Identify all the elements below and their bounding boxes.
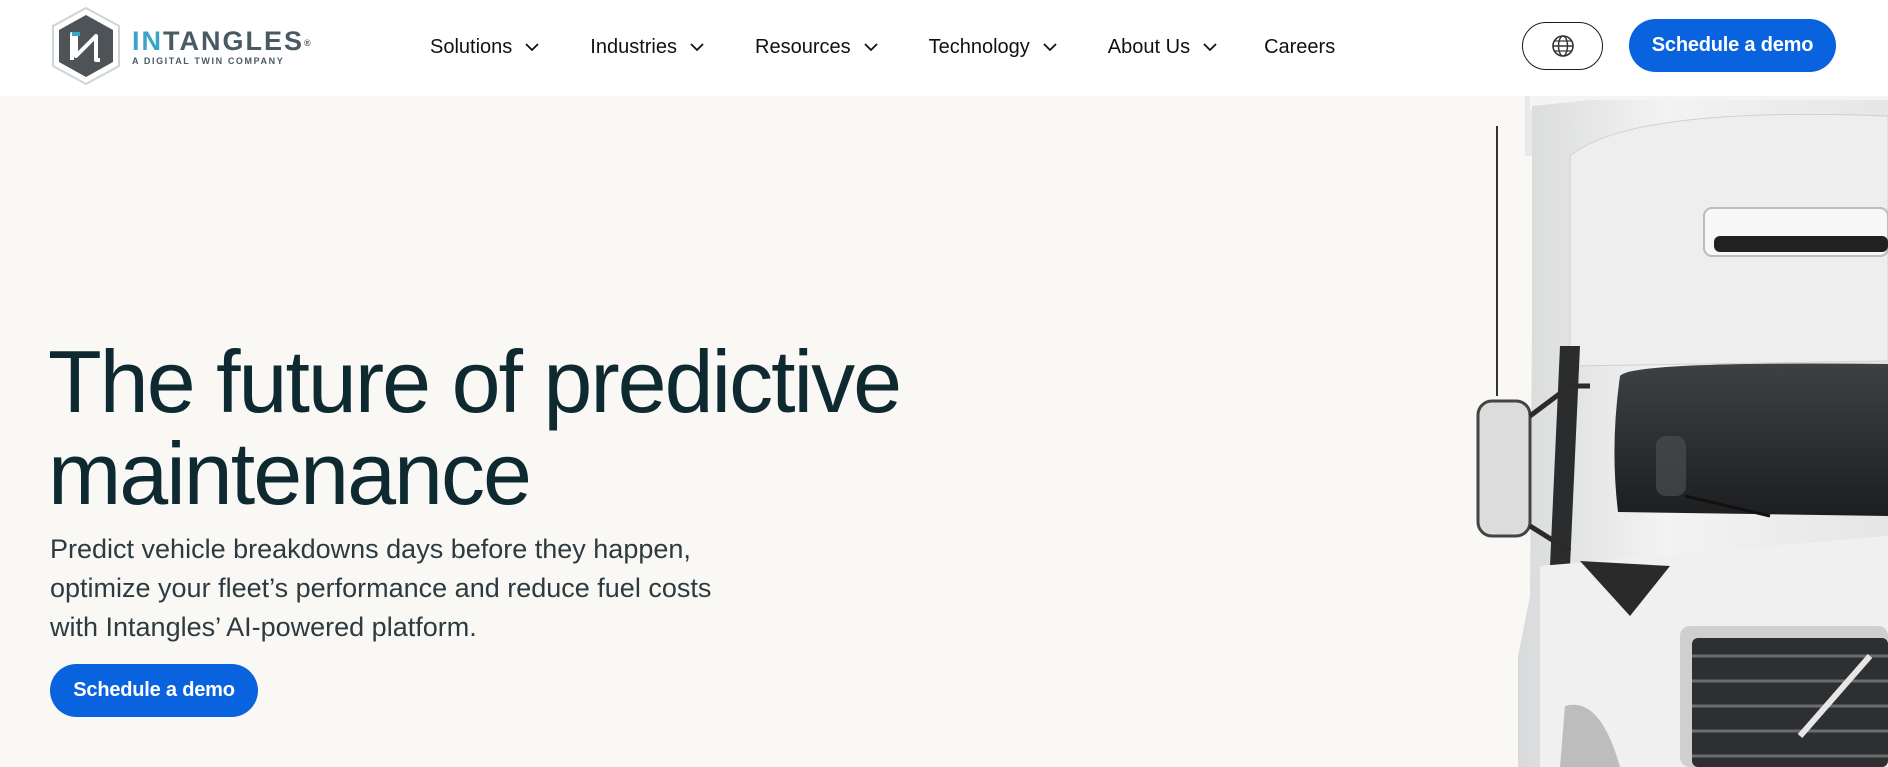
hero-subtitle-line-2: optimize your fleet’s performance and re…	[50, 573, 712, 603]
hero-title-line-2: maintenance	[48, 424, 532, 523]
logo-registered: ®	[304, 37, 313, 48]
hero-title-line-1: The future of predictive	[48, 332, 902, 431]
nav-item-about-us[interactable]: About Us	[1108, 30, 1218, 64]
logo-tagline: A DIGITAL TWIN COMPANY	[132, 55, 285, 66]
hero-section: The future of predictive maintenance Pre…	[0, 96, 1888, 767]
hero-subtitle-line-1: Predict vehicle breakdowns days before t…	[50, 534, 691, 564]
globe-icon	[1551, 35, 1574, 57]
logo-name-rest: TANGLES	[163, 25, 304, 56]
truck-image	[1476, 96, 1888, 767]
nav-item-label: Technology	[928, 35, 1030, 58]
schedule-demo-button-hero[interactable]: Schedule a demo	[50, 664, 258, 717]
brand-logo[interactable]: INTANGLES® A DIGITAL TWIN COMPANY	[50, 6, 313, 86]
chevron-down-icon	[1203, 43, 1217, 52]
nav-item-label: About Us	[1107, 35, 1191, 58]
site-header: INTANGLES® A DIGITAL TWIN COMPANY Soluti…	[0, 0, 1888, 96]
nav-item-label: Resources	[755, 35, 851, 58]
main-nav: Solutions Industries Resources Technolog…	[430, 30, 1385, 64]
nav-item-careers[interactable]: Careers	[1264, 30, 1335, 64]
nav-item-label: Industries	[590, 35, 677, 58]
language-button[interactable]	[1522, 22, 1603, 70]
nav-item-industries[interactable]: Industries	[590, 30, 705, 64]
chevron-down-icon	[525, 43, 539, 52]
nav-item-label: Careers	[1264, 35, 1336, 58]
hero-subtitle: Predict vehicle breakdowns days before t…	[50, 530, 810, 647]
logo-wordmark: INTANGLES® A DIGITAL TWIN COMPANY	[132, 27, 313, 66]
nav-item-solutions[interactable]: Solutions	[430, 30, 540, 64]
logo-name: INTANGLES®	[132, 27, 313, 55]
nav-item-label: Solutions	[430, 35, 513, 58]
logo-mark-icon	[52, 6, 120, 86]
schedule-demo-button-header[interactable]: Schedule a demo	[1629, 19, 1836, 72]
chevron-down-icon	[690, 43, 704, 52]
hero-subtitle-line-3: with Intangles’ AI-powered platform.	[50, 612, 477, 642]
logo-name-highlight: IN	[132, 25, 163, 56]
chevron-down-icon	[863, 43, 878, 52]
chevron-down-icon	[1043, 43, 1057, 52]
nav-item-technology[interactable]: Technology	[929, 30, 1058, 64]
nav-item-resources[interactable]: Resources	[755, 30, 879, 64]
hero-title: The future of predictive maintenance	[48, 336, 948, 520]
